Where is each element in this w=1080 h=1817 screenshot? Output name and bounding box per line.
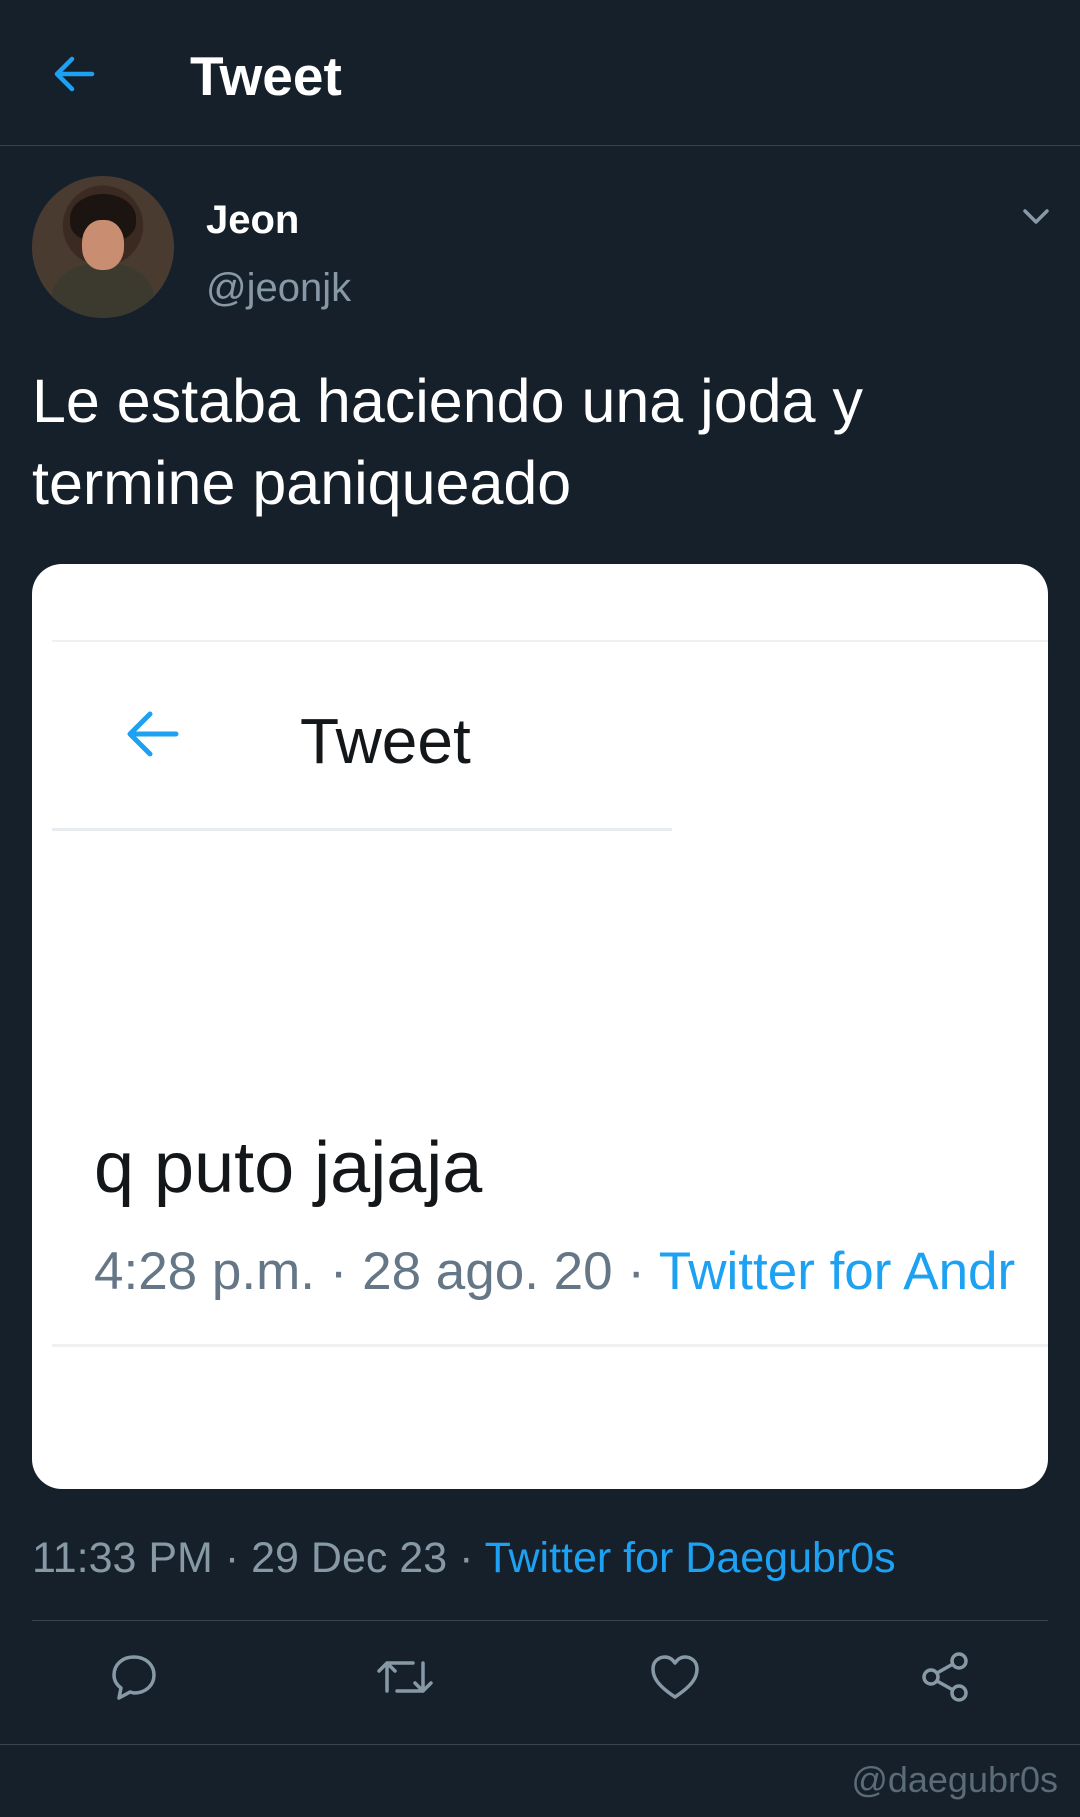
watermark: @daegubr0s	[851, 1759, 1058, 1800]
avatar[interactable]	[32, 176, 174, 318]
author-handle[interactable]: @jeonjk	[206, 264, 351, 312]
media-tweet-text: q puto jajaja	[94, 1128, 483, 1208]
retweet-icon	[377, 1661, 433, 1693]
arrow-left-icon	[54, 56, 95, 92]
meta-separator: ·	[459, 1534, 474, 1582]
media-tweet-meta: 4:28 p.m. · 28 ago. 20 · Twitter for And…	[94, 1240, 1015, 1304]
media-divider	[52, 828, 672, 831]
author-display-name[interactable]: Jeon	[206, 196, 299, 244]
media-divider	[52, 640, 1048, 642]
retweet-button[interactable]	[370, 1642, 440, 1712]
action-bar	[0, 1642, 1080, 1722]
tweet-time: 11:33 PM	[32, 1534, 213, 1582]
share-icon	[922, 1652, 968, 1702]
page-title: Tweet	[190, 45, 342, 107]
meta-separator: ·	[224, 1534, 240, 1582]
divider	[32, 1620, 1048, 1621]
media-date: 28 ago. 20	[362, 1242, 613, 1301]
comment-icon	[112, 1655, 156, 1700]
media-source: Twitter for Andr	[658, 1242, 1016, 1301]
tweet-media-image[interactable]: Tweet q puto jajaja 4:28 p.m. · 28 ago. …	[32, 564, 1048, 1489]
share-button[interactable]	[910, 1642, 980, 1712]
media-sep: ·	[329, 1242, 348, 1301]
back-button[interactable]	[44, 44, 104, 104]
media-title: Tweet	[300, 705, 471, 777]
arrow-left-icon	[127, 711, 179, 757]
media-sep: ·	[627, 1242, 645, 1301]
reply-button[interactable]	[99, 1642, 169, 1712]
tweet-text: Le estaba haciendo una joda y termine pa…	[32, 367, 863, 517]
chevron-down-icon	[1023, 209, 1049, 224]
media-divider	[52, 1344, 1048, 1347]
like-button[interactable]	[640, 1642, 710, 1712]
tweet-date: 29 Dec 23	[251, 1534, 448, 1582]
top-bar: Tweet	[0, 0, 1080, 146]
media-time: 4:28 p.m.	[94, 1242, 315, 1301]
tweet-meta: 11:33 PM · 29 Dec 23 · Twitter for Daegu…	[32, 1530, 896, 1586]
tweet-source-link[interactable]: Twitter for Daegubr0s	[485, 1534, 896, 1582]
more-options-button[interactable]	[1016, 196, 1056, 236]
heart-icon	[651, 1655, 699, 1699]
divider	[0, 1744, 1080, 1745]
